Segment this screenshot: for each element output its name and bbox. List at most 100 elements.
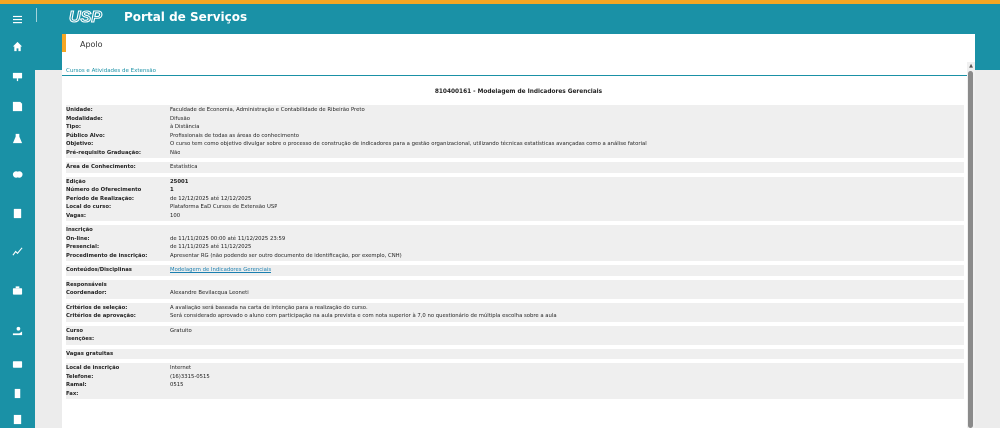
- detail-row: Tipo: à Distância: [66, 123, 964, 132]
- detail-row: Objetivo: O curso tem como objetivo divul…: [66, 140, 964, 149]
- detail-group: Vagas gratuitas: [66, 348, 964, 359]
- detail-link[interactable]: Modelagem de Indicadores Gerenciais: [170, 266, 271, 275]
- book-icon[interactable]: [0, 204, 35, 222]
- detail-value: A avaliação será baseada na carta de int…: [170, 304, 368, 311]
- detail-label: Critérios de seleção:: [66, 304, 128, 311]
- scrollbar-thumb[interactable]: [968, 71, 973, 428]
- detail-label: Fax:: [66, 390, 79, 397]
- detail-row: Área de Conhecimento: Estatística: [66, 163, 964, 172]
- detail-group: Edição 25001 Número do Oferecimento 1 Períod…: [66, 176, 964, 221]
- hand-coin-icon[interactable]: [0, 322, 35, 340]
- detail-label: Área de Conhecimento:: [66, 164, 136, 170]
- detail-label: Número do Oferecimento: [66, 187, 142, 193]
- detail-row: Pré-requisito Graduação: Não: [66, 149, 964, 158]
- detail-row: Número do Oferecimento 1: [66, 186, 964, 195]
- detail-label: Isenções:: [66, 336, 95, 342]
- detail-value: Será considerado aprovado o aluno com pa…: [170, 313, 557, 319]
- detail-row: Ramal: 0515: [66, 381, 964, 390]
- detail-value: Gratuito: [170, 327, 192, 334]
- detail-row: Local do curso: Plataforma EaD Cursos de …: [66, 203, 964, 212]
- detail-label: Ramal:: [66, 382, 87, 388]
- detail-label: Tipo:: [66, 124, 81, 130]
- detail-label: Procedimento de inscrição:: [66, 252, 148, 259]
- detail-value: de 11/11/2025 até 11/12/2025: [170, 244, 252, 250]
- card-icon[interactable]: [0, 355, 35, 373]
- detail-label: Objetivo:: [66, 141, 94, 147]
- detail-row: Edição 25001: [66, 178, 964, 187]
- scrollbar[interactable]: ▲: [967, 62, 975, 428]
- detail-value: (16)3315-0515: [170, 373, 210, 380]
- detail-row: Presencial: de 11/11/2025 até 11/12/2025: [66, 243, 964, 252]
- detail-row: Critérios de aprovação: Será considerado …: [66, 312, 964, 321]
- briefcase-icon[interactable]: [0, 281, 35, 299]
- header-divider: [36, 8, 37, 22]
- detail-label: Período de Realização:: [66, 195, 135, 202]
- masks-icon[interactable]: [0, 165, 35, 183]
- building-icon[interactable]: [0, 384, 35, 402]
- detail-value: Plataforma EaD Cursos de Extensão USP: [170, 204, 278, 210]
- detail-row: Fax:: [66, 390, 964, 399]
- document-icon[interactable]: [0, 410, 35, 428]
- breadcrumb: Apolo: [62, 34, 975, 52]
- flask-icon[interactable]: [0, 129, 35, 147]
- detail-row: Modalidade: Difusão: [66, 115, 964, 124]
- detail-label: Modalidade:: [66, 115, 103, 122]
- detail-label: Unidade:: [66, 107, 93, 113]
- home-icon[interactable]: [0, 37, 35, 55]
- course-title: 810400161 - Modelagem de Indicadores Ger…: [434, 89, 603, 95]
- detail-value: 100: [170, 212, 181, 219]
- detail-label: Vagas gratuitas: [66, 350, 114, 357]
- detail-value: Estatística: [170, 164, 198, 170]
- detail-row: On-line: de 11/11/2025 00:00 até 11/12/20…: [66, 235, 964, 244]
- detail-label: Local de inscrição: [66, 365, 120, 371]
- detail-value: Profissionais de todas as áreas do conhe…: [170, 132, 299, 139]
- usp-logo-icon[interactable]: USP: [69, 8, 107, 24]
- detail-label: Local do curso:: [66, 204, 112, 210]
- detail-label: Inscrição: [66, 227, 93, 233]
- detail-row: Coordenador: Alexandre Bevilacqua Leoneti: [66, 289, 964, 298]
- detail-value: Não: [170, 149, 181, 156]
- detail-value: Faculdade de Economia, Administração e C…: [170, 107, 365, 113]
- detail-row: Critérios de seleção: A avaliação será ba…: [66, 304, 964, 313]
- detail-row: Público Alvo: Profissionais de todas as á…: [66, 132, 964, 141]
- sidebar: [0, 4, 35, 428]
- detail-label: Coordenador:: [66, 290, 107, 296]
- detail-group: Inscrição On-line: de 11/11/2025 00:00 até…: [66, 225, 964, 261]
- section-divider: [62, 75, 975, 76]
- breadcrumb-label: Apolo: [80, 40, 103, 49]
- detail-group: Local de inscrição Internet Telefone: (16)3…: [66, 363, 964, 399]
- scroll-up-icon[interactable]: ▲: [967, 62, 975, 70]
- save-icon[interactable]: [0, 97, 35, 115]
- detail-label: Edição: [66, 178, 86, 185]
- detail-group: Unidade: Faculdade de Economia, Administr…: [66, 105, 964, 158]
- detail-row: Isenções:: [66, 335, 964, 344]
- detail-label: Critérios de aprovação:: [66, 313, 136, 319]
- detail-value: O curso tem como objetivo divulgar sobre…: [170, 141, 647, 147]
- detail-label: Curso: [66, 327, 84, 334]
- content-panel: Apolo Cursos e Atividades de Extensão 81…: [62, 34, 975, 428]
- detail-group: Curso Gratuito Isenções:: [66, 325, 964, 345]
- detail-group: Conteúdos/Disciplinas Modelagem de Indica…: [66, 265, 964, 276]
- detail-value: 0515: [170, 382, 184, 388]
- detail-label: Conteúdos/Disciplinas: [66, 267, 132, 273]
- detail-label: Vagas:: [66, 212, 87, 219]
- svg-text:USP: USP: [69, 9, 102, 24]
- detail-group: Critérios de seleção: A avaliação será ba…: [66, 302, 964, 322]
- detail-value: Internet: [170, 365, 192, 371]
- detail-row: Vagas gratuitas: [66, 350, 964, 359]
- chart-icon[interactable]: [0, 242, 35, 260]
- presentation-icon[interactable]: [0, 67, 35, 85]
- menu-icon[interactable]: [0, 4, 35, 34]
- detail-row: Responsáveis: [66, 281, 964, 290]
- detail-row: Telefone: (16)3315-0515: [66, 373, 964, 382]
- detail-value: Apresentar RG (não podendo ser outro doc…: [170, 252, 402, 259]
- detail-value: 25001: [170, 178, 189, 185]
- detail-label: Responsáveis: [66, 281, 107, 288]
- detail-row: Procedimento de inscrição: Apresentar RG …: [66, 252, 964, 261]
- detail-row: Período de Realização: de 12/12/2025 até …: [66, 195, 964, 204]
- detail-value: Alexandre Bevilacqua Leoneti: [170, 290, 249, 296]
- detail-value: de 12/12/2025 até 12/12/2025: [170, 195, 252, 202]
- detail-row: Inscrição: [66, 226, 964, 235]
- detail-label: Presencial:: [66, 244, 100, 250]
- portal-title: Portal de Serviços: [124, 10, 248, 24]
